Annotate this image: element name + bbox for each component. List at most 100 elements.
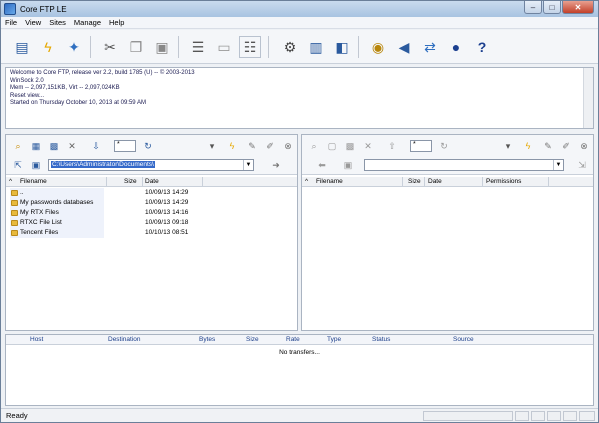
edit-icon[interactable]: ✎ xyxy=(542,140,554,152)
menu-sites[interactable]: Sites xyxy=(49,18,66,27)
menu-help[interactable]: Help xyxy=(109,18,124,27)
folder-icon[interactable]: ▣ xyxy=(30,159,42,171)
upload-icon[interactable]: ⇩ xyxy=(90,140,102,152)
status-segment xyxy=(531,411,545,421)
rename-icon[interactable]: ✐ xyxy=(264,140,276,152)
remote-path-input[interactable]: ▼ xyxy=(364,159,564,171)
cut-icon[interactable]: ✂ xyxy=(99,36,121,58)
up-folder-icon[interactable]: ⇱ xyxy=(12,159,24,171)
local-pane: ⌕ ▦ ▩ ✕ ⇩ * ↻ ▾ ϟ ✎ ✐ ⊗ ⇱ ▣ C:\Users\Adm… xyxy=(5,134,298,331)
delete-icon[interactable]: ✕ xyxy=(362,140,374,152)
title-bar: Core FTP LE – □ ✕ xyxy=(1,1,598,17)
transfer-right-icon[interactable]: ➜ xyxy=(270,159,282,171)
col-permissions[interactable]: Permissions xyxy=(486,178,521,185)
log-line: Started on Thursday October 10, 2013 at … xyxy=(10,100,146,107)
delete-icon[interactable]: ✕ xyxy=(66,140,78,152)
local-filter-input[interactable]: * xyxy=(114,140,136,152)
queue-col-rate[interactable]: Rate xyxy=(286,336,300,343)
view-options-icon[interactable]: ▾ xyxy=(502,140,514,152)
queue-col-destination[interactable]: Destination xyxy=(108,336,141,343)
site-profile-icon[interactable]: ▥ xyxy=(305,36,327,58)
log-panel: Welcome to Core FTP, release ver 2.2, bu… xyxy=(5,67,594,129)
new-folder-icon[interactable]: ▦ xyxy=(30,140,42,152)
stop-icon[interactable]: ⊗ xyxy=(282,140,294,152)
stop-icon[interactable]: ⊗ xyxy=(578,140,590,152)
menu-manage[interactable]: Manage xyxy=(74,18,101,27)
reload-icon[interactable]: ↻ xyxy=(142,140,154,152)
local-path-input[interactable]: C:\Users\Administrator\Documents\ ▼ xyxy=(48,159,254,171)
search-icon[interactable]: ⌕ xyxy=(308,140,320,152)
list-item[interactable]: Tencent Files 10/10/13 08:51 xyxy=(6,228,297,238)
lightning-icon[interactable]: ϟ xyxy=(522,140,534,152)
queue-col-size[interactable]: Size xyxy=(246,336,259,343)
transfer-left-icon[interactable]: ⬅ xyxy=(316,159,328,171)
status-segment xyxy=(563,411,577,421)
app-window: Core FTP LE – □ ✕ File View Sites Manage… xyxy=(0,0,599,423)
quick-connect-icon[interactable]: ϟ xyxy=(37,36,59,58)
queue-col-host[interactable]: Host xyxy=(30,336,43,343)
folder-icon[interactable]: ▣ xyxy=(342,159,354,171)
local-file-list: .. 10/09/13 14:29 My passwords databases 1… xyxy=(6,188,297,238)
paste-icon[interactable]: ▣ xyxy=(151,36,173,58)
rename-icon[interactable]: ✐ xyxy=(560,140,572,152)
lightning-icon[interactable]: ϟ xyxy=(226,140,238,152)
text-mode-icon[interactable]: ▭ xyxy=(213,36,235,58)
status-bar: Ready xyxy=(1,408,598,422)
maximize-button[interactable]: □ xyxy=(543,1,561,14)
menu-file[interactable]: File xyxy=(5,18,17,27)
col-size[interactable]: Size xyxy=(124,178,137,185)
folder-icon xyxy=(11,230,18,236)
queue-col-status[interactable]: Status xyxy=(372,336,390,343)
list-item[interactable]: .. 10/09/13 14:29 xyxy=(6,188,297,198)
sound-icon[interactable]: ◀ xyxy=(393,36,415,58)
view-icon[interactable]: ◉ xyxy=(367,36,389,58)
sort-up-icon: ^ xyxy=(305,178,309,185)
list-item[interactable]: RTXC File List 10/09/13 09:18 xyxy=(6,218,297,228)
list-item[interactable]: My RTX Files 10/09/13 14:16 xyxy=(6,208,297,218)
menu-view[interactable]: View xyxy=(25,18,41,27)
col-date[interactable]: Date xyxy=(145,178,159,185)
folder-icon xyxy=(11,200,18,206)
queue-col-bytes[interactable]: Bytes xyxy=(199,336,215,343)
remote-pane: ⌕ ▢ ▩ ✕ ⇧ * ↻ ▾ ϟ ✎ ✐ ⊗ ⬅ ▣ ▼ ⇲ ^ Filena… xyxy=(301,134,594,331)
close-button[interactable]: ✕ xyxy=(562,1,594,14)
edit-icon[interactable]: ✎ xyxy=(246,140,258,152)
log-scrollbar[interactable] xyxy=(583,68,593,128)
settings-icon[interactable]: ⚙ xyxy=(279,36,301,58)
reload-icon[interactable]: ↻ xyxy=(438,140,450,152)
view-options-icon[interactable]: ▾ xyxy=(206,140,218,152)
refresh-list-icon[interactable]: ▩ xyxy=(48,140,60,152)
remote-filter-input[interactable]: * xyxy=(410,140,432,152)
sync-icon[interactable]: ⇄ xyxy=(419,36,441,58)
help-icon[interactable]: ? xyxy=(471,36,493,58)
list-item[interactable]: My passwords databases 10/09/13 14:29 xyxy=(6,198,297,208)
chevron-down-icon[interactable]: ▼ xyxy=(553,160,563,170)
col-filename[interactable]: Filename xyxy=(20,178,47,185)
new-folder-icon[interactable]: ▢ xyxy=(326,140,338,152)
queue-col-source[interactable]: Source xyxy=(453,336,474,343)
folder-icon xyxy=(11,220,18,226)
transfer-icon[interactable]: ◧ xyxy=(331,36,353,58)
log-line: Welcome to Core FTP, release ver 2.2, bu… xyxy=(10,70,195,76)
view-log-icon[interactable]: ☰ xyxy=(187,36,209,58)
queue-empty-text: No transfers... xyxy=(279,349,320,356)
resize-grip[interactable] xyxy=(579,411,595,421)
window-title: Core FTP LE xyxy=(20,4,67,14)
connect-icon[interactable]: ▤ xyxy=(11,36,33,58)
copy-icon[interactable]: ❐ xyxy=(125,36,147,58)
col-date[interactable]: Date xyxy=(428,178,442,185)
log-line: WinSock 2.0 xyxy=(10,77,44,84)
chevron-down-icon[interactable]: ▼ xyxy=(243,160,253,170)
binary-mode-icon[interactable]: ☷ xyxy=(239,36,261,58)
queue-col-type[interactable]: Type xyxy=(327,336,341,343)
about-icon[interactable]: ● xyxy=(445,36,467,58)
up-folder-icon[interactable]: ⇲ xyxy=(576,159,588,171)
disconnect-icon[interactable]: ✦ xyxy=(63,36,85,58)
status-segment xyxy=(547,411,561,421)
col-filename[interactable]: Filename xyxy=(316,178,343,185)
minimize-button[interactable]: – xyxy=(524,1,542,14)
refresh-list-icon[interactable]: ▩ xyxy=(344,140,356,152)
col-size[interactable]: Size xyxy=(408,178,421,185)
download-icon[interactable]: ⇧ xyxy=(386,140,398,152)
search-icon[interactable]: ⌕ xyxy=(12,140,24,152)
